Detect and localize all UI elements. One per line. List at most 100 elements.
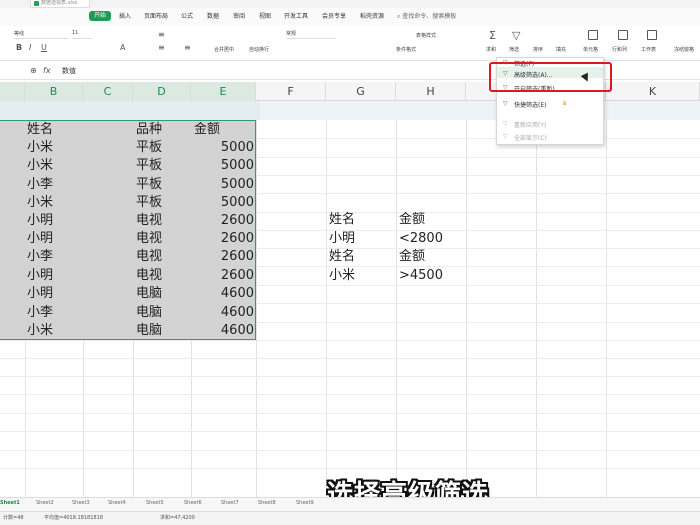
row-1[interactable] bbox=[0, 101, 260, 120]
column-header-b[interactable]: B bbox=[25, 82, 83, 101]
cell-kind[interactable]: 电脑 bbox=[136, 304, 162, 322]
cell-kind[interactable]: 平板 bbox=[136, 176, 162, 194]
underline-icon[interactable]: U bbox=[41, 43, 47, 52]
command-search[interactable]: ⌕ 查找命令、搜索模板 bbox=[397, 11, 456, 21]
menu-item-reapply[interactable]: 重新应用(Y) bbox=[514, 120, 546, 129]
formula-input[interactable]: 数值 bbox=[62, 66, 76, 76]
cell-name[interactable]: 小米 bbox=[27, 139, 53, 157]
criteria-field-cell[interactable]: 姓名 bbox=[329, 211, 355, 229]
table-style-label[interactable]: 表格样式 bbox=[416, 32, 436, 39]
cell-name[interactable]: 小明 bbox=[27, 230, 53, 248]
tab-data[interactable]: 数据 bbox=[207, 11, 219, 20]
merge-center-label[interactable]: 合并居中 bbox=[214, 46, 234, 53]
cell-kind[interactable]: 电视 bbox=[136, 248, 162, 266]
sheet-tab-3[interactable]: Sheet3 bbox=[72, 500, 90, 506]
conditional-format-label[interactable]: 条件格式 bbox=[396, 46, 416, 53]
cell-amount[interactable]: 5000 bbox=[194, 176, 254, 194]
tab-member[interactable]: 会员专享 bbox=[322, 11, 346, 20]
sum-label[interactable]: 求和 bbox=[486, 46, 496, 53]
column-header-k[interactable]: K bbox=[606, 82, 700, 101]
criteria-value-cell[interactable]: 金额 bbox=[399, 248, 425, 266]
worksheet-icon[interactable] bbox=[647, 30, 657, 40]
align-center-icon[interactable]: ≡ bbox=[184, 43, 191, 52]
cell-amount[interactable]: 4600 bbox=[194, 285, 254, 303]
wrap-text-label[interactable]: 自动换行 bbox=[249, 46, 269, 53]
criteria-value-cell[interactable]: 金额 bbox=[399, 211, 425, 229]
cell-kind[interactable]: 平板 bbox=[136, 194, 162, 212]
cell-kind[interactable]: 平板 bbox=[136, 139, 162, 157]
cell-amount[interactable]: 5000 bbox=[194, 157, 254, 175]
fill-color-icon[interactable]: A bbox=[120, 43, 125, 52]
row-1-rest[interactable] bbox=[260, 101, 700, 120]
font-size-select[interactable]: 11 bbox=[72, 30, 92, 39]
sheet-tab-6[interactable]: Sheet6 bbox=[184, 500, 202, 506]
cell-name[interactable]: 小明 bbox=[27, 267, 53, 285]
filter-icon[interactable]: ▽ bbox=[512, 29, 520, 42]
header-kind[interactable]: 品种 bbox=[136, 121, 162, 139]
menu-item-show-all[interactable]: 全部显示(C) bbox=[514, 133, 547, 142]
cell-name[interactable]: 小李 bbox=[27, 248, 53, 266]
criteria-value-cell[interactable]: >4500 bbox=[399, 267, 443, 285]
sheet-tab-9[interactable]: Sheet9 bbox=[296, 500, 314, 506]
column-header-d[interactable]: D bbox=[133, 82, 191, 101]
column-header-g[interactable]: G bbox=[326, 82, 396, 101]
tab-insert[interactable]: 插入 bbox=[119, 11, 131, 20]
cell-kind[interactable]: 电视 bbox=[136, 267, 162, 285]
cell-amount[interactable]: 4600 bbox=[194, 322, 254, 340]
sum-icon[interactable]: Σ bbox=[489, 29, 496, 42]
cell-name[interactable]: 小明 bbox=[27, 285, 53, 303]
tab-developer[interactable]: 开发工具 bbox=[284, 11, 308, 20]
function-icon[interactable]: fx bbox=[43, 66, 51, 75]
number-format-select[interactable]: 常规 bbox=[286, 30, 336, 39]
criteria-field-cell[interactable]: 小米 bbox=[329, 267, 355, 285]
sheet-tab-8[interactable]: Sheet8 bbox=[258, 500, 276, 506]
bold-icon[interactable]: B bbox=[16, 43, 22, 52]
row-column-icon[interactable] bbox=[618, 30, 628, 40]
cell-name[interactable]: 小米 bbox=[27, 322, 53, 340]
menu-item-quick-filter[interactable]: 快捷筛选(E) bbox=[514, 100, 546, 109]
cell-amount[interactable]: 5000 bbox=[194, 194, 254, 212]
cell-kind[interactable]: 平板 bbox=[136, 157, 162, 175]
row-column-label[interactable]: 行和列 bbox=[612, 46, 627, 53]
sheet-tab-7[interactable]: Sheet7 bbox=[221, 500, 239, 506]
worksheet-label[interactable]: 工作表 bbox=[641, 46, 656, 53]
cell-amount[interactable]: 2600 bbox=[194, 267, 254, 285]
criteria-value-cell[interactable]: <2800 bbox=[399, 230, 443, 248]
sheet-tab-5[interactable]: Sheet5 bbox=[146, 500, 164, 506]
sheet-tab-1[interactable]: Sheet1 bbox=[0, 500, 20, 506]
align-top-icon[interactable]: ≡ bbox=[158, 30, 165, 39]
cell-amount[interactable]: 4600 bbox=[194, 304, 254, 322]
column-header-h[interactable]: H bbox=[396, 82, 466, 101]
cell-kind[interactable]: 电脑 bbox=[136, 285, 162, 303]
cell-name[interactable]: 小李 bbox=[27, 304, 53, 322]
cell-kind[interactable]: 电视 bbox=[136, 230, 162, 248]
cell-amount[interactable]: 2600 bbox=[194, 248, 254, 266]
column-header-e[interactable]: E bbox=[191, 82, 256, 101]
cell-amount[interactable]: 5000 bbox=[194, 139, 254, 157]
zoom-icon[interactable]: ⊕ bbox=[30, 66, 37, 75]
cell-kind[interactable]: 电视 bbox=[136, 212, 162, 230]
criteria-field-cell[interactable]: 小明 bbox=[329, 230, 355, 248]
align-left-icon[interactable]: ≡ bbox=[158, 43, 165, 52]
cell-amount[interactable]: 2600 bbox=[194, 230, 254, 248]
cell-name[interactable]: 小明 bbox=[27, 212, 53, 230]
column-header-a[interactable] bbox=[0, 82, 25, 101]
column-header-f[interactable]: F bbox=[256, 82, 326, 101]
cell-label[interactable]: 单元格 bbox=[583, 46, 598, 53]
cell-name[interactable]: 小米 bbox=[27, 157, 53, 175]
cell-name[interactable]: 小米 bbox=[27, 194, 53, 212]
tab-review[interactable]: 审阅 bbox=[233, 11, 245, 20]
cell-kind[interactable]: 电脑 bbox=[136, 322, 162, 340]
tab-formulas[interactable]: 公式 bbox=[181, 11, 193, 20]
header-name[interactable]: 姓名 bbox=[27, 121, 53, 139]
criteria-field-cell[interactable]: 姓名 bbox=[329, 248, 355, 266]
file-tab[interactable]: 数据透视表.xlsx bbox=[30, 0, 90, 8]
column-header-c[interactable]: C bbox=[83, 82, 133, 101]
tab-start[interactable]: 开始 bbox=[89, 11, 111, 21]
freeze-panes-label[interactable]: 冻结窗格 bbox=[674, 46, 694, 53]
sort-label[interactable]: 排序 bbox=[533, 46, 543, 53]
cell-icon[interactable] bbox=[588, 30, 598, 40]
filter-label[interactable]: 筛选 bbox=[509, 46, 519, 53]
header-amount[interactable]: 金额 bbox=[194, 121, 220, 139]
sheet-tab-4[interactable]: Sheet4 bbox=[108, 500, 126, 506]
